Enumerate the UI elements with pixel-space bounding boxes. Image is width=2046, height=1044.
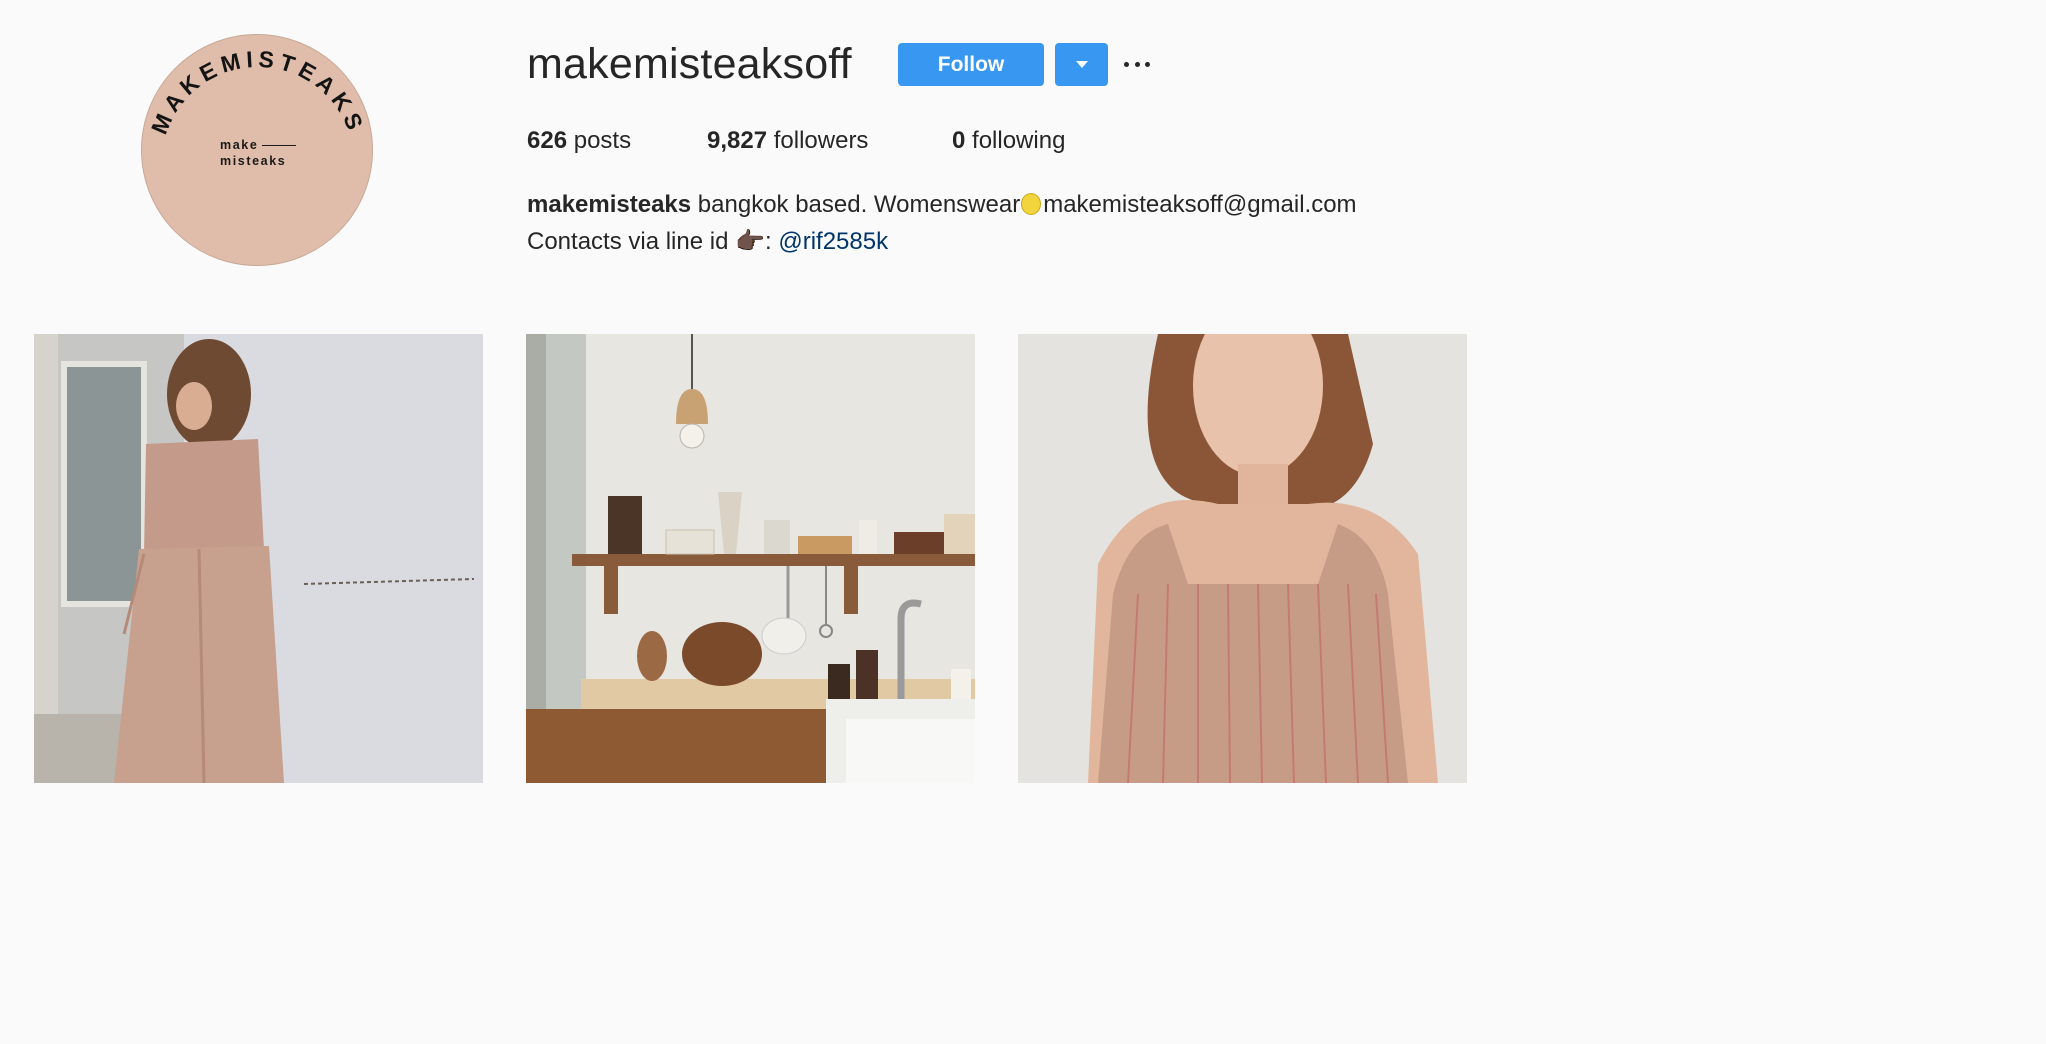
followers-count: 9,827 (707, 127, 768, 154)
post-image-model-jumpsuit (34, 334, 483, 783)
post-thumbnail-3[interactable] (1018, 334, 1467, 783)
avatar-wordmark: make misteaks (220, 137, 297, 169)
bio-email: makemisteaksoff@gmail.com (1043, 191, 1357, 218)
bio-handle-link[interactable]: @rif2585k (778, 228, 888, 255)
posts-label: posts (573, 127, 632, 154)
profile-bio: makemisteaks bangkok based. Womenswear ma… (527, 187, 1357, 260)
following-stat[interactable]: 0 following (952, 126, 1065, 156)
followers-label: followers (773, 127, 869, 154)
bio-line-2: Contacts via line id 👉🏿: @rif2585k (527, 227, 889, 255)
avatar-ring-text: MAKEMISTEAKS (146, 46, 365, 138)
bio-name: makemisteaks (527, 191, 692, 218)
following-count: 0 (952, 127, 966, 154)
post-thumbnail-1[interactable] (34, 334, 483, 783)
post-thumbnail-2[interactable] (526, 334, 975, 783)
followers-stat[interactable]: 9,827 followers (707, 126, 868, 156)
following-label: following (972, 127, 1066, 154)
post-image-kitchen-shelf (526, 334, 975, 783)
bio-line-1: makemisteaks bangkok based. Womenswear ma… (527, 187, 1357, 223)
post-image-model-striped-top (1018, 334, 1467, 783)
profile-avatar[interactable]: MAKEMISTEAKS make misteaks (141, 34, 373, 266)
more-options-button[interactable] (1124, 53, 1150, 75)
posts-count: 626 (527, 127, 568, 154)
suggestions-dropdown-button[interactable] (1055, 43, 1108, 86)
follow-button[interactable]: Follow (898, 43, 1044, 86)
ellipsis-icon (1124, 61, 1129, 67)
svg-text:MAKEMISTEAKS: MAKEMISTEAKS (146, 46, 370, 138)
bio-text: bangkok based. Womenswear (697, 191, 1021, 218)
posts-stat: 626 posts (527, 126, 631, 156)
profile-username: makemisteaksoff (527, 40, 852, 88)
pointing-hand-icon: 👉🏿 (735, 227, 765, 255)
bio-contact-text: Contacts via line id (527, 228, 729, 255)
chevron-down-icon (1075, 61, 1088, 68)
lemon-emoji-icon (1021, 193, 1042, 215)
